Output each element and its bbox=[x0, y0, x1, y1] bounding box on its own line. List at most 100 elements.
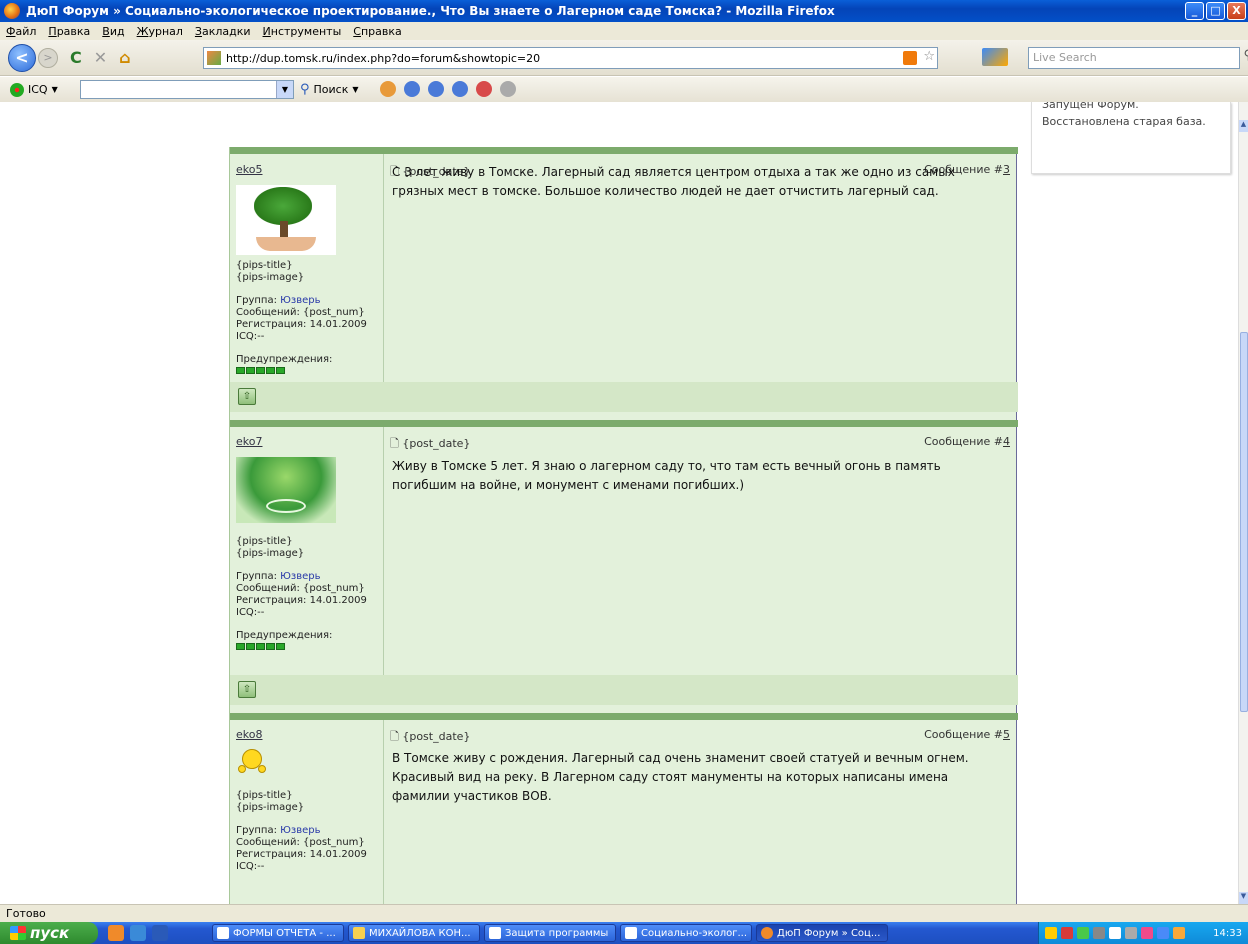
pips-image: {pips-image} bbox=[236, 272, 305, 283]
maximize-button[interactable]: □ bbox=[1206, 2, 1225, 20]
zoom-plus-icon[interactable] bbox=[428, 81, 444, 97]
rss-feed-icon[interactable] bbox=[903, 51, 917, 65]
ie-quicklaunch-icon[interactable] bbox=[130, 925, 146, 941]
taskbar-item[interactable]: Социально-эколог... bbox=[620, 924, 752, 942]
network-icon[interactable] bbox=[1077, 927, 1089, 939]
taskbar-item[interactable]: МИХАЙЛОВА КОН... bbox=[348, 924, 480, 942]
post-date: 🗋 {post_date} bbox=[390, 437, 471, 450]
icq-number: ICQ:-- bbox=[236, 607, 265, 618]
menu-bar: Файл Правка Вид Журнал Закладки Инструме… bbox=[0, 22, 1248, 40]
word-quicklaunch-icon[interactable] bbox=[152, 925, 168, 941]
bookmark-star-icon[interactable]: ☆ bbox=[923, 49, 935, 64]
monitor-icon[interactable] bbox=[1125, 927, 1137, 939]
firefox-icon bbox=[761, 927, 773, 939]
stop-button[interactable]: ✕ bbox=[94, 48, 107, 67]
scroll-down-icon[interactable]: ▼ bbox=[1239, 892, 1248, 904]
update-icon[interactable] bbox=[1173, 927, 1185, 939]
tree-in-hand-avatar bbox=[236, 185, 336, 255]
start-button[interactable]: пуск bbox=[0, 922, 98, 944]
registration-date: Регистрация: 14.01.2009 bbox=[236, 319, 367, 330]
post-author-link[interactable]: eko7 bbox=[236, 435, 262, 448]
registration-date: Регистрация: 14.01.2009 bbox=[236, 595, 367, 606]
site-favicon-icon bbox=[207, 51, 221, 65]
icq-menu-button[interactable]: ICQ bbox=[28, 83, 48, 96]
forward-button[interactable]: > bbox=[38, 47, 58, 68]
zoom-in-icon[interactable] bbox=[404, 81, 420, 97]
news-box: Запущен Форум. Восстановлена старая база… bbox=[1031, 102, 1231, 174]
scroll-up-icon[interactable]: ▲ bbox=[1239, 120, 1248, 132]
menu-help[interactable]: Справка bbox=[353, 25, 401, 38]
magnifier-icon: ⚲ bbox=[300, 82, 310, 97]
menu-edit[interactable]: Правка bbox=[48, 25, 90, 38]
chevron-down-icon[interactable]: ▼ bbox=[276, 81, 293, 98]
post-author-link[interactable]: eko8 bbox=[236, 728, 262, 741]
post-separator bbox=[230, 713, 1018, 720]
reload-button[interactable]: C bbox=[70, 48, 82, 67]
post-author-link[interactable]: eko5 bbox=[236, 163, 262, 176]
network-icon[interactable] bbox=[1093, 927, 1105, 939]
registration-date: Регистрация: 14.01.2009 bbox=[236, 849, 367, 860]
system-tray: 14:33 bbox=[1038, 922, 1248, 944]
toolbar-tools bbox=[380, 81, 516, 97]
home-button[interactable]: ⌂ bbox=[119, 48, 130, 67]
close-button[interactable]: X bbox=[1227, 2, 1246, 20]
scroll-top-button[interactable]: ⇧ bbox=[238, 388, 256, 405]
menu-bookmarks[interactable]: Закладки bbox=[195, 25, 251, 38]
icq-number: ICQ:-- bbox=[236, 861, 265, 872]
zoom-out-icon[interactable] bbox=[452, 81, 468, 97]
post-separator bbox=[230, 420, 1018, 427]
pips-title: {pips-title} bbox=[236, 260, 293, 271]
user-icon[interactable] bbox=[476, 81, 492, 97]
menu-file[interactable]: Файл bbox=[6, 25, 36, 38]
vertical-scrollbar[interactable]: ▲ ▼ bbox=[1238, 102, 1248, 904]
group-label: Группа: bbox=[236, 825, 277, 836]
firefox-quicklaunch-icon[interactable] bbox=[108, 925, 124, 941]
folder-icon bbox=[353, 927, 365, 939]
post-number: Сообщение #5 bbox=[924, 728, 1010, 741]
menu-tools[interactable]: Инструменты bbox=[263, 25, 342, 38]
post-separator bbox=[230, 147, 1018, 154]
column-divider bbox=[383, 154, 384, 382]
taskbar-item-active[interactable]: ДюП Форум » Соц... bbox=[756, 924, 888, 942]
highlight-icon[interactable] bbox=[380, 81, 396, 97]
window-title: ДюП Форум » Социально-экологическое прое… bbox=[26, 4, 835, 18]
post-body: С 3 лет живу в Томске. Лагерный сад явля… bbox=[392, 165, 955, 198]
scroll-top-button[interactable]: ⇧ bbox=[238, 681, 256, 698]
post-header: eko7 🗋 {post_date} Сообщение #4 bbox=[230, 431, 1018, 453]
post-number-link[interactable]: 4 bbox=[1003, 435, 1010, 448]
word-icon bbox=[489, 927, 501, 939]
post-footer: ⇧ bbox=[230, 675, 1018, 705]
user-info: {pips-title} {pips-image} Группа: Юзверь… bbox=[236, 790, 367, 873]
antivirus-icon[interactable] bbox=[1061, 927, 1073, 939]
group-label: Группа: bbox=[236, 571, 277, 582]
shield-icon[interactable] bbox=[1045, 927, 1057, 939]
toolbar-search-button[interactable]: ⚲ Поиск ▼ bbox=[300, 82, 359, 97]
taskbar-item[interactable]: Защита программы bbox=[484, 924, 616, 942]
icq-search-combo[interactable]: ▼ bbox=[80, 80, 294, 99]
scrollbar-thumb[interactable] bbox=[1240, 332, 1248, 712]
icq-dropdown-icon[interactable]: ▼ bbox=[52, 85, 58, 94]
minimize-button[interactable]: _ bbox=[1185, 2, 1204, 20]
firefox-icon bbox=[4, 3, 20, 19]
pen-icon[interactable] bbox=[500, 81, 516, 97]
search-icon[interactable]: ⚲ bbox=[1243, 48, 1248, 63]
post-number-link[interactable]: 5 bbox=[1003, 728, 1010, 741]
quick-launch bbox=[108, 925, 208, 941]
check-icon[interactable] bbox=[1157, 927, 1169, 939]
volume-icon[interactable] bbox=[1109, 927, 1121, 939]
post-header: eko8 🗋 {post_date} Сообщение #5 bbox=[230, 724, 1018, 746]
search-engine-selector[interactable] bbox=[982, 45, 1026, 69]
live-search-icon bbox=[982, 48, 1008, 66]
back-button[interactable]: < bbox=[8, 43, 36, 72]
windows-taskbar: пуск ФОРМЫ ОТЧЕТА - ... МИХАЙЛОВА КОН...… bbox=[0, 922, 1248, 944]
toolbar-search-label: Поиск bbox=[313, 83, 349, 96]
menu-view[interactable]: Вид bbox=[102, 25, 124, 38]
url-input[interactable]: http://dup.tomsk.ru/index.php?do=forum&s… bbox=[203, 47, 938, 69]
taskbar-item[interactable]: ФОРМЫ ОТЧЕТА - ... bbox=[212, 924, 344, 942]
search-dropdown-icon[interactable]: ▼ bbox=[352, 85, 358, 94]
document-icon bbox=[217, 927, 229, 939]
pips-title: {pips-title} bbox=[236, 790, 293, 801]
heart-icon[interactable] bbox=[1141, 927, 1153, 939]
search-input[interactable]: Live Search ⚲ bbox=[1028, 47, 1248, 69]
menu-history[interactable]: Журнал bbox=[137, 25, 183, 38]
